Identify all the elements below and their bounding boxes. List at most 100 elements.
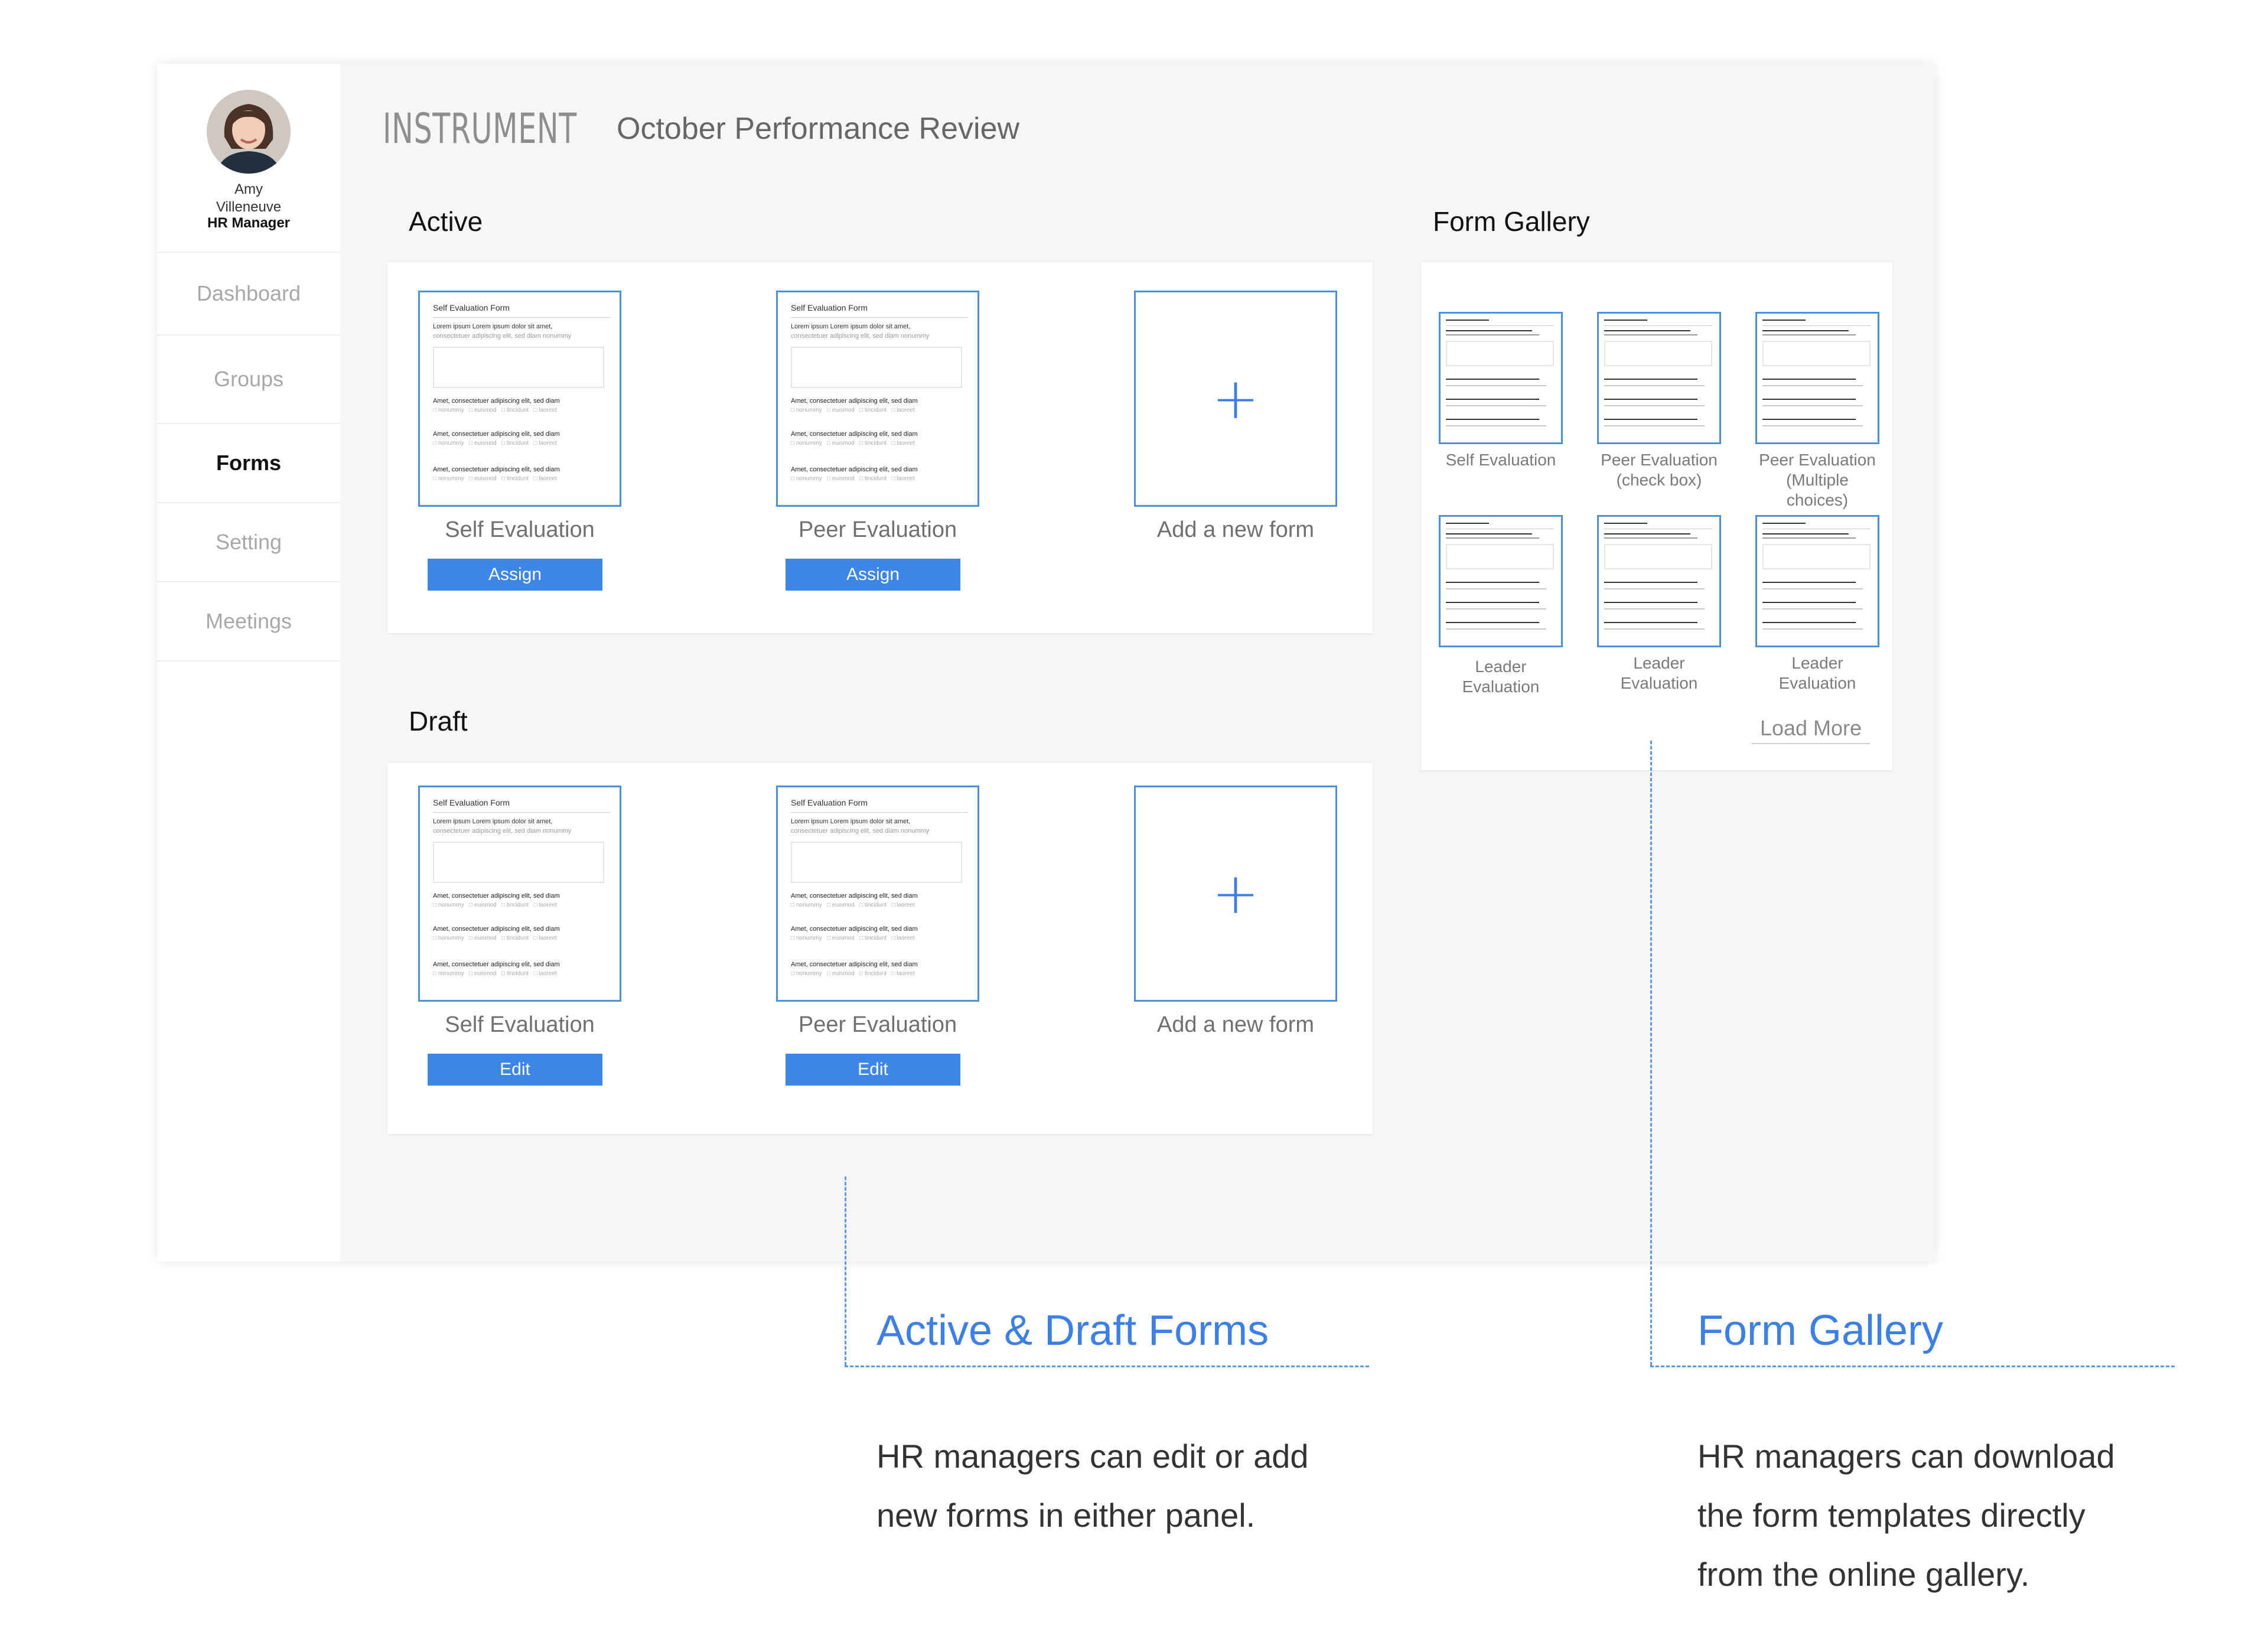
gallery-label: Peer Evaluation (check box) [1601,451,1718,489]
form-preview-title: Self Evaluation Form [433,798,510,807]
form-preview-text: Lorem ipsum Lorem ipsum dolor sit amet, c… [433,323,572,340]
form-thumbnail[interactable]: Self Evaluation Form Lorem ipsum Lorem ip… [776,786,979,1002]
page-title: October Performance Review [617,112,1020,146]
form-preview-options: □ nonummy □ euismod □ tincidunt □ laoree… [433,970,557,977]
form-preview-question: Amet, consectetuer adipiscing elit, sed … [791,431,918,438]
plus-icon: + [1211,861,1260,927]
form-preview-question: Amet, consectetuer adipiscing elit, sed … [433,466,560,473]
assign-button[interactable]: Assign [428,559,602,591]
active-card-self-evaluation: Self Evaluation Form Lorem ipsum Lorem ip… [418,291,621,591]
form-preview-options: □ nonummy □ euismod □ tincidunt □ laoree… [791,970,915,977]
annotation-title-active-draft: Active & Draft Forms [876,1307,1269,1354]
gallery-thumbnail[interactable] [1755,312,1879,444]
form-preview-options: □ nonummy □ euismod □ tincidunt □ laoree… [433,407,557,413]
gallery-thumbnail[interactable] [1597,312,1721,444]
sidebar-item-meetings[interactable]: Meetings [157,581,340,661]
form-preview-question: Amet, consectetuer adipiscing elit, sed … [433,961,560,968]
avatar[interactable] [207,90,291,174]
active-card-add-new-form: + Add a new form [1134,291,1337,546]
gallery-thumbnail[interactable] [1439,312,1563,444]
card-label: Self Evaluation [445,517,595,542]
form-preview-question: Amet, consectetuer adipiscing elit, sed … [433,892,560,900]
form-thumbnail[interactable]: Self Evaluation Form Lorem ipsum Lorem ip… [418,291,621,507]
gallery-item-peer-evaluation-multiple[interactable]: Peer Evaluation (Multiple choices) [1755,312,1879,510]
active-card-peer-evaluation: Self Evaluation Form Lorem ipsum Lorem ip… [776,291,979,591]
user-last-name: Villeneuve [216,199,282,215]
annotation-body-active-draft: HR managers can edit or add new forms in… [876,1438,1309,1534]
form-preview-text: Lorem ipsum Lorem ipsum dolor sit amet, c… [433,818,572,835]
form-preview-options: □ nonummy □ euismod □ tincidunt □ laoree… [791,440,915,447]
draft-card-add-new-form: + Add a new form [1134,786,1337,1041]
form-preview-title: Self Evaluation Form [791,798,868,807]
annotation-connector [845,1177,846,1366]
edit-button[interactable]: Edit [786,1054,960,1086]
gallery-item-self-evaluation[interactable]: Self Evaluation [1439,312,1563,470]
form-preview-options: □ nonummy □ euismod □ tincidunt □ laoree… [791,475,915,482]
sidebar-nav: Dashboard Groups Forms Setting Meetings [157,252,340,661]
sidebar-item-forms[interactable]: Forms [157,423,340,502]
gallery-label: Leader Evaluation [1462,657,1540,696]
gallery-thumbnail[interactable] [1439,515,1563,647]
draft-panel: Self Evaluation Form Lorem ipsum Lorem ip… [387,763,1373,1134]
load-more-link[interactable]: Load More [1752,716,1870,744]
form-preview-question: Amet, consectetuer adipiscing elit, sed … [791,892,918,900]
sidebar-item-dashboard[interactable]: Dashboard [157,252,340,334]
form-preview-text: Lorem ipsum Lorem ipsum dolor sit amet, c… [791,818,930,835]
gallery-thumbnail[interactable] [1755,515,1879,647]
active-heading: Active [409,206,483,237]
user-first-name: Amy [234,181,263,197]
sidebar: Amy Villeneuve HR Manager Dashboard Grou… [157,64,340,1262]
form-preview-title: Self Evaluation Form [791,303,868,312]
card-label: Add a new form [1156,1012,1315,1037]
brand-logo: INSTRUMENT [383,105,577,153]
draft-card-self-evaluation: Self Evaluation Form Lorem ipsum Lorem ip… [418,786,621,1086]
annotation-title-form-gallery: Form Gallery [1697,1307,1944,1354]
gallery-label: Peer Evaluation (Multiple choices) [1759,451,1876,509]
annotation-underline [1650,1366,2175,1367]
gallery-label: Self Evaluation [1445,451,1556,469]
card-label: Add a new form [1156,517,1315,542]
form-preview-question: Amet, consectetuer adipiscing elit, sed … [791,925,918,933]
user-name: Amy Villeneuve [157,181,340,216]
form-preview-options: □ nonummy □ euismod □ tincidunt □ laoree… [791,407,915,413]
form-preview-question: Amet, consectetuer adipiscing elit, sed … [791,961,918,968]
app-window: Amy Villeneuve HR Manager Dashboard Grou… [157,64,1935,1262]
draft-heading: Draft [409,706,468,736]
add-form-tile[interactable]: + [1134,786,1337,1002]
sidebar-item-setting[interactable]: Setting [157,502,340,581]
form-preview-question: Amet, consectetuer adipiscing elit, sed … [433,431,560,438]
edit-button[interactable]: Edit [428,1054,602,1086]
gallery-item-leader-evaluation[interactable]: Leader Evaluation [1439,515,1563,697]
gallery-thumbnail[interactable] [1597,515,1721,647]
user-role: HR Manager [207,215,291,231]
card-label: Self Evaluation [445,1012,595,1037]
annotation-body-form-gallery: HR managers can download the form templa… [1697,1438,2115,1593]
gallery-item-leader-evaluation[interactable]: Leader Evaluation [1597,515,1721,693]
form-preview-title: Self Evaluation Form [433,303,510,312]
form-preview-options: □ nonummy □ euismod □ tincidunt □ laoree… [791,935,915,941]
form-preview-options: □ nonummy □ euismod □ tincidunt □ laoree… [433,902,557,908]
form-thumbnail[interactable]: Self Evaluation Form Lorem ipsum Lorem ip… [776,291,979,507]
form-thumbnail[interactable]: Self Evaluation Form Lorem ipsum Lorem ip… [418,786,621,1002]
draft-card-peer-evaluation: Self Evaluation Form Lorem ipsum Lorem ip… [776,786,979,1086]
form-preview-text: Lorem ipsum Lorem ipsum dolor sit amet, c… [791,323,930,340]
form-preview-options: □ nonummy □ euismod □ tincidunt □ laoree… [433,475,557,482]
add-form-tile[interactable]: + [1134,291,1337,507]
sidebar-item-groups[interactable]: Groups [157,334,340,423]
form-preview-question: Amet, consectetuer adipiscing elit, sed … [791,397,918,405]
gallery-item-leader-evaluation[interactable]: Leader Evaluation [1755,515,1879,693]
gallery-heading: Form Gallery [1433,206,1590,237]
plus-icon: + [1211,366,1260,432]
form-preview-question: Amet, consectetuer adipiscing elit, sed … [791,466,918,473]
annotation-connector [1650,741,1652,1366]
gallery-item-peer-evaluation-check-box[interactable]: Peer Evaluation (check box) [1597,312,1721,490]
form-preview-question: Amet, consectetuer adipiscing elit, sed … [433,925,560,933]
annotation-underline [845,1366,1369,1367]
form-preview-options: □ nonummy □ euismod □ tincidunt □ laoree… [433,440,557,447]
assign-button[interactable]: Assign [786,559,960,591]
card-label: Peer Evaluation [798,517,957,542]
gallery-label: Leader Evaluation [1620,654,1698,692]
form-preview-question: Amet, consectetuer adipiscing elit, sed … [433,397,560,405]
gallery-label: Leader Evaluation [1778,654,1856,692]
form-preview-options: □ nonummy □ euismod □ tincidunt □ laoree… [433,935,557,941]
